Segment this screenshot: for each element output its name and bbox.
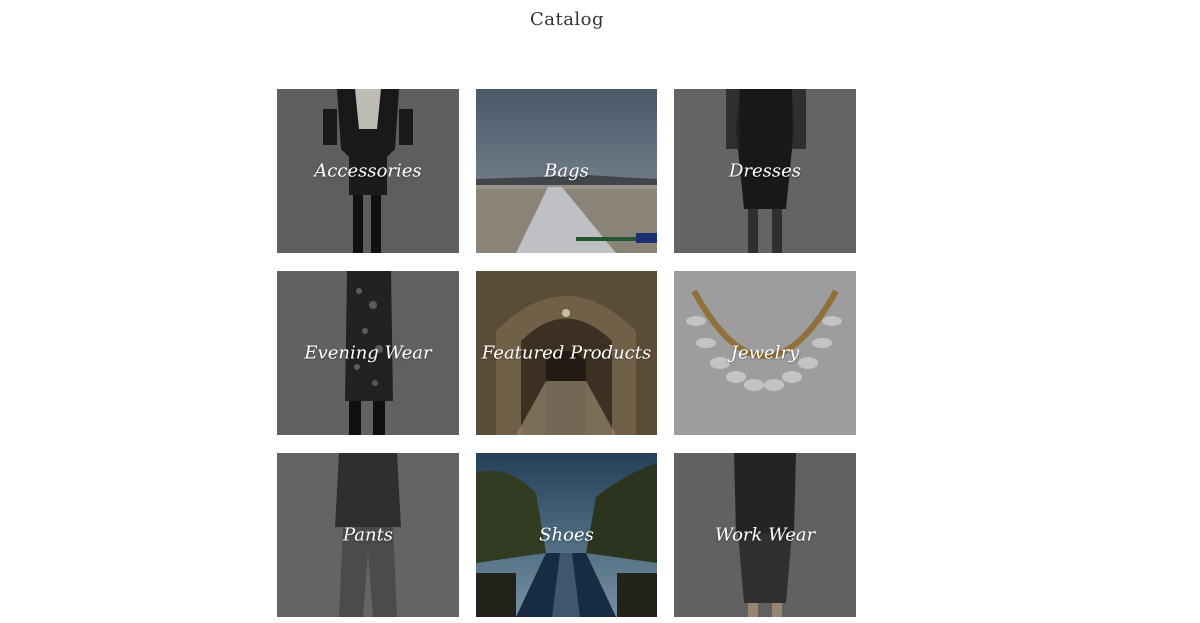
category-label: Work Wear [714, 524, 816, 546]
category-tile-featured-products[interactable]: Featured Products [476, 271, 657, 435]
category-tile-evening-wear[interactable]: Evening Wear [277, 271, 459, 435]
category-label: Pants [342, 524, 394, 546]
category-label: Dresses [728, 160, 802, 182]
category-tile-pants[interactable]: Pants [277, 453, 459, 617]
category-label: Bags [544, 160, 589, 182]
category-label: Accessories [314, 160, 422, 182]
category-tile-work-wear[interactable]: Work Wear [674, 453, 856, 617]
category-label: Shoes [539, 524, 594, 546]
category-label: Featured Products [481, 342, 652, 364]
category-tile-dresses[interactable]: Dresses [674, 89, 856, 253]
category-grid: Accessories Bags Dresses Evening Wear Fe… [277, 89, 856, 617]
category-tile-jewelry[interactable]: Jewelry [674, 271, 856, 435]
page-title: Catalog [529, 9, 605, 30]
category-tile-shoes[interactable]: Shoes [476, 453, 657, 617]
category-tile-bags[interactable]: Bags [476, 89, 657, 253]
category-tile-accessories[interactable]: Accessories [277, 89, 459, 253]
category-label: Evening Wear [304, 342, 432, 364]
category-label: Jewelry [730, 342, 800, 364]
